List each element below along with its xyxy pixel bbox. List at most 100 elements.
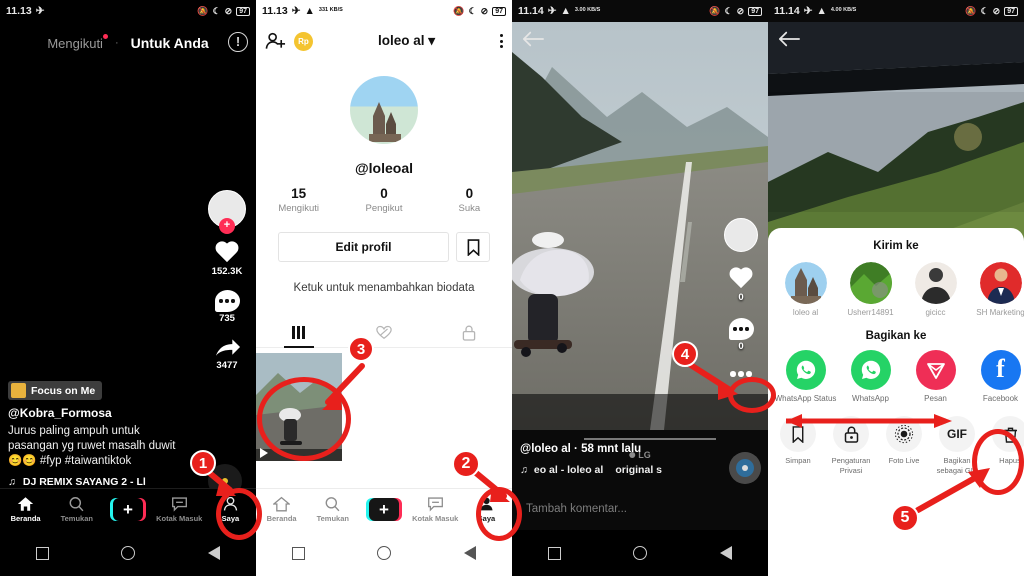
recents-icon[interactable] [548, 546, 562, 560]
status-time: 11.14 [774, 5, 800, 17]
effect-tag[interactable]: Focus on Me [8, 381, 103, 400]
tab-mengikuti[interactable]: Mengikuti [47, 33, 108, 51]
dnd-icon: ⊘ [224, 5, 233, 16]
heart-icon [728, 267, 754, 291]
comment-input[interactable]: Tambah komentar... [512, 488, 768, 530]
back-nav-icon[interactable] [719, 546, 732, 560]
music-note-icon: ♫ [520, 464, 528, 476]
avatar[interactable] [350, 76, 418, 144]
wifi-icon: ▲ [560, 5, 571, 17]
share-option-facebook[interactable]: f Facebook [969, 350, 1024, 404]
mute-icon: 🔕 [197, 5, 209, 16]
like-button[interactable]: 152.3K [212, 241, 243, 277]
sidebar-item-temukan[interactable]: Temukan [307, 496, 358, 523]
screenshot-stage: 11.13 ✈ 🔕 ☾ ⊘ 97 Mengikuti · Untuk Anda … [0, 0, 1024, 576]
video-progress-bar[interactable] [584, 438, 716, 440]
bio-hint[interactable]: Ketuk untuk menambahkan biodata [256, 282, 512, 294]
list-item[interactable]: SH Marketing [969, 262, 1024, 318]
like-count: 152.3K [211, 266, 243, 277]
profile-actions: Edit profil [278, 232, 490, 262]
add-user-icon[interactable] [265, 31, 286, 51]
caption-text: Jurus paling ampuh untuk pasangan yg ruw… [8, 425, 176, 467]
comment-icon [214, 290, 240, 312]
stat-suka[interactable]: 0 Suka [427, 186, 512, 214]
app-name: Facebook [982, 394, 1019, 403]
comment-count: 0 [738, 341, 744, 352]
list-item[interactable]: gicicc [904, 262, 967, 318]
meta-separator: · [574, 443, 578, 455]
caption-username[interactable]: @Kobra_Formosa [8, 406, 183, 420]
sidebar-item-beranda[interactable]: Beranda [0, 496, 51, 523]
recents-icon[interactable] [292, 546, 306, 560]
tab-posts[interactable] [256, 318, 341, 347]
android-navbar-3 [512, 530, 768, 576]
back-nav-icon[interactable] [463, 546, 476, 560]
bookmark-button[interactable] [456, 232, 490, 262]
create-button[interactable]: + [102, 498, 153, 521]
video-timestamp: 58 mnt lalu [581, 443, 642, 455]
back-arrow-icon[interactable] [522, 30, 544, 48]
home-icon [273, 496, 291, 512]
sidebar-item-beranda[interactable]: Beranda [256, 496, 307, 523]
like-button[interactable]: 0 [728, 267, 754, 303]
mute-icon: 🔕 [965, 5, 977, 16]
share-to-list: WhatsApp Status WhatsApp Pesan f Faceboo… [768, 350, 1024, 404]
temple-avatar-icon [784, 262, 827, 304]
stat-pengikut[interactable]: 0 Pengikut [341, 186, 426, 214]
stat-label: Pengikut [365, 203, 403, 214]
tab-label-beranda: Beranda [266, 514, 297, 523]
annotation-number-5: 5 [891, 504, 919, 532]
android-navbar-1 [0, 530, 256, 576]
recents-icon[interactable] [36, 546, 50, 560]
home-nav-icon[interactable] [377, 546, 392, 560]
video-song-suffix: original s [615, 464, 662, 476]
music-disc[interactable] [729, 452, 761, 484]
follow-plus-icon[interactable]: + [219, 218, 235, 234]
home-icon [17, 497, 34, 511]
stat-value: 0 [380, 186, 388, 201]
android-navbar-2 [256, 530, 512, 576]
status-time: 11.13 [6, 5, 32, 17]
person-avatar-icon [914, 262, 957, 304]
share-button[interactable]: 3477 [214, 337, 241, 371]
back-arrow-icon[interactable] [778, 30, 800, 48]
video-author-line[interactable]: @loleo al · 58 mnt lalu [520, 443, 662, 455]
airplane-icon: ✈ [547, 5, 557, 17]
inbox-icon [427, 497, 443, 512]
list-item[interactable]: Usherr14891 [839, 262, 902, 318]
comment-button[interactable]: 735 [214, 290, 240, 324]
caption-song-label: DJ REMIX SAYANG 2 - Ll [22, 476, 146, 488]
feed-action-rail: + 152.3K 735 3477 [204, 190, 250, 371]
tab-untuk-anda[interactable]: Untuk Anda [131, 35, 209, 51]
moon-icon: ☾ [212, 5, 221, 16]
profile-title-label: loleo al [377, 33, 425, 48]
caption-song[interactable]: ♫ DJ REMIX SAYANG 2 - Ll [8, 476, 183, 488]
send-to-list: loleo al Usherr14891 gicicc SH Marketing [768, 262, 1024, 318]
feed-top-nav: Mengikuti · Untuk Anda [0, 30, 256, 56]
home-nav-icon[interactable] [633, 546, 648, 560]
airplane-icon: ✈ [291, 5, 301, 17]
sidebar-item-temukan[interactable]: Temukan [51, 496, 102, 523]
moon-icon: ☾ [724, 5, 733, 16]
list-item[interactable]: loleo al [774, 262, 837, 318]
share-option-pesan[interactable]: Pesan [904, 350, 967, 404]
video-song[interactable]: ♫ eo al - loleo al original s [520, 464, 662, 476]
annotation-scroll-arrow [786, 414, 952, 428]
author-avatar[interactable]: + [208, 190, 246, 234]
stat-mengikuti[interactable]: 15 Mengikuti [256, 186, 341, 214]
wifi-icon: ▲ [304, 5, 315, 17]
comment-button[interactable]: 0 [728, 318, 754, 352]
coin-icon[interactable]: Rp [294, 31, 313, 51]
author-avatar[interactable] [724, 218, 758, 252]
back-nav-icon[interactable] [207, 546, 220, 560]
edit-profile-button[interactable]: Edit profil [278, 232, 449, 262]
create-button[interactable]: + [358, 498, 409, 521]
home-nav-icon[interactable] [121, 546, 136, 560]
page-title[interactable]: loleo al ▾ [321, 33, 492, 49]
play-icon [260, 448, 268, 458]
share-option-whatsapp-status[interactable]: WhatsApp Status [774, 350, 837, 404]
tab-private[interactable] [427, 318, 512, 347]
kebab-menu-icon[interactable] [500, 34, 503, 48]
status-bar-4: 11.14 ✈ ▲ 4.00 KB/S 🔕 ☾ ⊘ 97 [768, 0, 1024, 22]
share-option-whatsapp[interactable]: WhatsApp [839, 350, 902, 404]
